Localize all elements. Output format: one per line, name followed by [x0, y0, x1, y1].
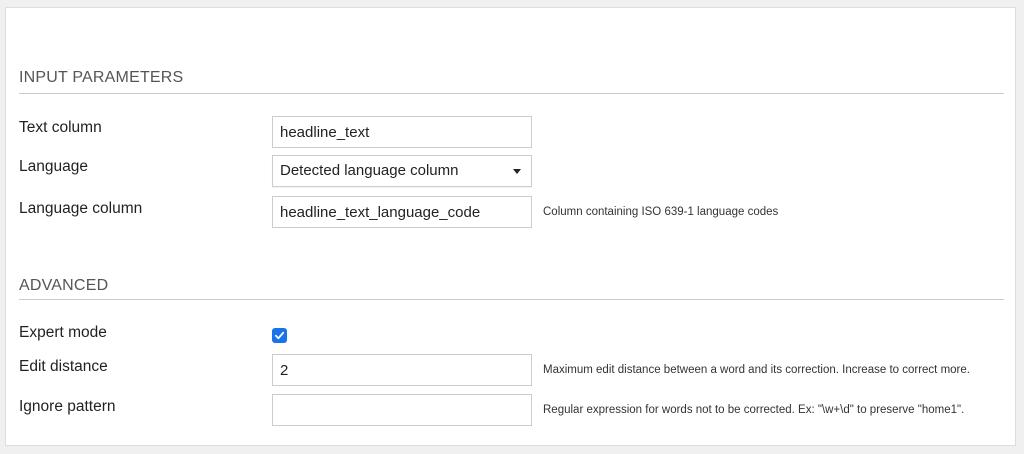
language-column-help: Column containing ISO 639-1 language cod…	[543, 206, 779, 218]
settings-panel: INPUT PARAMETERS Text column Language De…	[5, 7, 1016, 446]
input-parameters-heading: INPUT PARAMETERS	[19, 69, 184, 86]
ignore-pattern-label: Ignore pattern	[19, 398, 116, 415]
expert-mode-label: Expert mode	[19, 324, 107, 341]
checkmark-icon	[274, 331, 285, 340]
chevron-down-icon	[513, 168, 521, 174]
edit-distance-input[interactable]	[272, 354, 532, 386]
language-column-label: Language column	[19, 200, 143, 217]
text-column-input[interactable]	[272, 116, 532, 148]
edit-distance-help: Maximum edit distance between a word and…	[543, 364, 970, 376]
ignore-pattern-input[interactable]	[272, 394, 532, 426]
language-select[interactable]: Detected language column	[272, 155, 532, 187]
advanced-divider	[19, 299, 1004, 300]
ignore-pattern-help: Regular expression for words not to be c…	[543, 404, 965, 416]
input-parameters-divider	[19, 93, 1004, 94]
language-label: Language	[19, 158, 88, 175]
expert-mode-checkbox[interactable]	[272, 328, 287, 343]
advanced-heading: ADVANCED	[19, 277, 109, 294]
edit-distance-label: Edit distance	[19, 358, 108, 375]
language-select-value: Detected language column	[280, 162, 459, 179]
text-column-label: Text column	[19, 119, 102, 136]
language-column-input[interactable]	[272, 196, 532, 228]
